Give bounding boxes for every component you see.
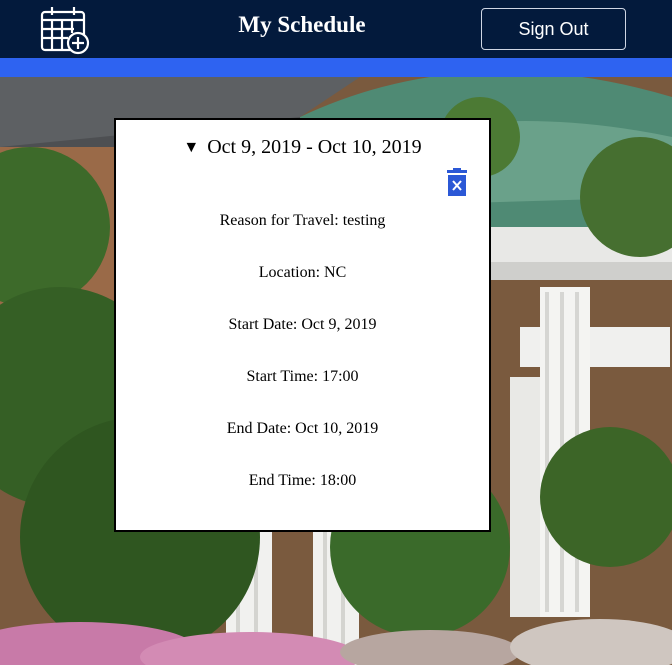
sign-out-button[interactable]: Sign Out (481, 8, 626, 50)
field-start-date: Start Date: Oct 9, 2019 (228, 316, 377, 333)
expanded-triangle-icon: ▼ (183, 139, 200, 156)
field-reason: Reason for Travel: testing (219, 212, 386, 229)
accent-bar (0, 58, 672, 77)
trip-card: ▼ Oct 9, 2019 - Oct 10, 2019 Reason for T… (114, 118, 491, 532)
field-location: Location: NC (258, 264, 347, 281)
field-end-time: End Time: 18:00 (248, 472, 357, 489)
field-start-time: Start Time: 17:00 (246, 368, 359, 385)
trip-summary-toggle[interactable]: ▼ Oct 9, 2019 - Oct 10, 2019 (116, 136, 489, 159)
trash-icon[interactable] (446, 168, 468, 196)
trip-date-range: Oct 9, 2019 - Oct 10, 2019 (207, 136, 422, 158)
nav-bar: My Schedule Sign Out (0, 0, 672, 58)
field-end-date: End Date: Oct 10, 2019 (226, 420, 379, 437)
